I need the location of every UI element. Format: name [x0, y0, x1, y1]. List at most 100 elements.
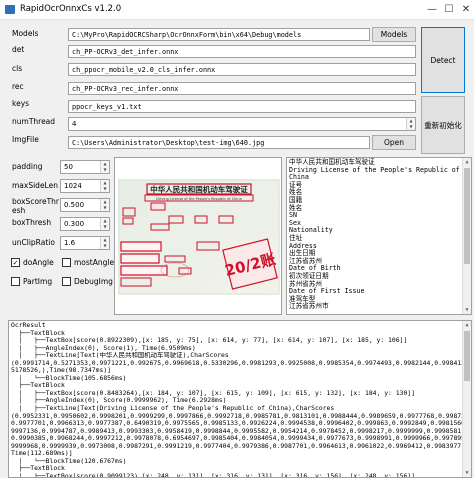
- list-item[interactable]: Nationality: [289, 227, 469, 235]
- unclipratio-spinner[interactable]: 1.6 ▲ ▼: [60, 236, 110, 250]
- ocr-result-line: ├──TextBlock: [11, 465, 65, 473]
- list-item[interactable]: China: [289, 174, 469, 182]
- boxscorethresh-spinner[interactable]: 0.500 ▲ ▼: [60, 198, 110, 212]
- maxsidelen-spinner[interactable]: 1024 ▲ ▼: [60, 179, 110, 193]
- unclipratio-label: unClipRatio: [12, 238, 55, 247]
- cls-model-field[interactable]: ch_ppocr_mobile_v2.0_cls_infer.onnx: [68, 63, 416, 76]
- boxthresh-spinner[interactable]: 0.300 ▲ ▼: [60, 217, 110, 231]
- spinner-arrows-icon[interactable]: ▲ ▼: [100, 237, 109, 249]
- maximize-button[interactable]: ☐: [441, 2, 457, 18]
- imgfile-label: ImgFile: [12, 135, 39, 144]
- mostangle-checkbox[interactable]: mostAngle: [62, 258, 114, 267]
- maxsidelen-label: maxSideLen: [12, 181, 58, 190]
- ocr-result-line: ├──TextBlock: [11, 382, 65, 390]
- list-item[interactable]: 姓名: [289, 204, 469, 213]
- spinner-arrows-icon[interactable]: ▲ ▼: [100, 161, 109, 173]
- preview-subheading: Driving License of the People's Republic…: [156, 197, 241, 201]
- checkbox-box[interactable]: [62, 277, 71, 286]
- checkbox-box[interactable]: [11, 277, 20, 286]
- numthread-spinner[interactable]: 4 ▲ ▼: [68, 117, 416, 131]
- det-label: det: [12, 45, 25, 54]
- scroll-down-icon[interactable]: ▼: [463, 306, 471, 314]
- title-bar: RapidOcrOnnxCs v1.2.0 — ☐ ✕: [0, 0, 474, 20]
- result-lines: 中华人民共和国机动车驾驶证 Driving License of the Peop…: [289, 158, 469, 311]
- mostangle-label: mostAngle: [74, 258, 115, 267]
- imgfile-path-field[interactable]: C:\Users\Administrator\Desktop\test-img\…: [68, 136, 370, 149]
- maxsidelen-value: 1024: [64, 182, 82, 190]
- ocr-result-line: │ └──BlockTime(105.6856ms): [11, 374, 127, 382]
- doangle-label: doAngle: [23, 258, 54, 267]
- checkbox-box[interactable]: [62, 258, 71, 267]
- unclipratio-value: 1.6: [64, 239, 76, 247]
- ocr-result-line: │ ├──TextBox[score(0.8483264),[x: 184, y…: [11, 389, 415, 397]
- scroll-thumb[interactable]: [464, 331, 470, 381]
- spinner-arrows-icon[interactable]: ▲ ▼: [100, 199, 109, 211]
- ocr-result-line: 5178526,),Time(98.7347ms)]: [11, 367, 112, 375]
- det-model-field[interactable]: ch_PP-OCRv3_det_infer.onnx: [68, 45, 416, 58]
- list-item[interactable]: Date of First Issue: [289, 287, 469, 296]
- ocr-result-line: 9999968,0.9999939,0.9973008,0.9987291,0.…: [11, 442, 469, 450]
- list-item[interactable]: 国籍: [289, 196, 469, 205]
- keys-label: keys: [12, 99, 30, 108]
- boxthresh-label: boxThresh: [12, 218, 52, 227]
- list-item[interactable]: 姓名: [289, 189, 469, 197]
- minimize-button[interactable]: —: [424, 2, 440, 18]
- boxscorethresh-value: 0.500: [64, 201, 85, 209]
- ocr-result-textarea[interactable]: OcrResult ├──TextBlock │ ├──TextBox[scor…: [8, 320, 472, 478]
- scroll-down-icon[interactable]: ▼: [463, 469, 471, 477]
- models-label: Models: [12, 29, 39, 38]
- list-item[interactable]: 证号: [289, 181, 469, 190]
- spinner-arrows-icon[interactable]: ▲ ▼: [100, 180, 109, 192]
- ocr-result-line: │ ├──TextBox[score(0.9099123),[x: 248, y…: [11, 472, 415, 478]
- numthread-label: numThread: [12, 117, 56, 126]
- detect-button[interactable]: Detect: [421, 27, 465, 93]
- boxscorethresh-label: boxScoreThr: [12, 197, 59, 206]
- list-item[interactable]: Address: [289, 242, 469, 251]
- doangle-checkbox[interactable]: ✓ doAngle: [11, 258, 54, 267]
- image-preview: 中华人民共和国机动车驾驶证 Driving License of the Peo…: [114, 157, 282, 315]
- scroll-up-icon[interactable]: ▲: [463, 321, 471, 329]
- ocr-result-line: 0.9990385,0.9968244,0.9997212,0.9978078,…: [11, 435, 469, 443]
- list-item[interactable]: SN: [289, 212, 469, 220]
- padding-value: 50: [64, 163, 73, 171]
- open-button[interactable]: Open: [372, 135, 416, 150]
- list-scrollbar[interactable]: ▲ ▼: [462, 158, 471, 314]
- ocr-result-line: │ ├──TextLine[Text(中华人民共和国机动车驾驶证),CharSc…: [11, 352, 229, 360]
- result-text-list[interactable]: 中华人民共和国机动车驾驶证 Driving License of the Peop…: [286, 157, 472, 315]
- keys-file-field[interactable]: ppocr_keys_v1.txt: [68, 100, 416, 113]
- cls-label: cls: [12, 64, 23, 73]
- padding-spinner[interactable]: 50 ▲ ▼: [60, 160, 110, 174]
- ocr-result-line: 9997136,0.9994787,0.9989413,0.9993303,0.…: [11, 427, 469, 435]
- ocr-result-line: │ ├──AngleIndex(0), Score(1), Time(6.950…: [11, 344, 196, 352]
- window-title: RapidOcrOnnxCs v1.2.0: [20, 4, 122, 14]
- ocr-result-line: 0.9977701,0.9966313,0.9977387,0.6490319,…: [11, 420, 469, 428]
- ocr-result-line: │ └──BlockTime(120.6767ms): [11, 457, 127, 465]
- scroll-up-icon[interactable]: ▲: [463, 158, 471, 166]
- models-button[interactable]: Models: [372, 27, 416, 42]
- reinit-button[interactable]: 重新初始化: [421, 96, 465, 154]
- close-button[interactable]: ✕: [458, 2, 474, 18]
- result-scrollbar[interactable]: ▲ ▼: [462, 321, 471, 477]
- padding-label: padding: [12, 162, 43, 171]
- partimg-checkbox[interactable]: PartImg: [11, 277, 52, 286]
- rec-model-field[interactable]: ch_PP-OCRv3_rec_infer.onnx: [68, 82, 416, 95]
- rec-label: rec: [12, 82, 24, 91]
- scroll-thumb[interactable]: [464, 168, 470, 264]
- debugimg-checkbox[interactable]: DebugImg: [62, 277, 113, 286]
- list-item[interactable]: 江苏省苏州市: [289, 303, 469, 311]
- models-path-field[interactable]: C:\MyPro\RapidOCRCSharp\OcrOnnxForm\bin\…: [68, 28, 370, 41]
- checkmark-icon[interactable]: ✓: [11, 258, 20, 267]
- ocr-result-line: (0.9991714,0.5271353,0.9971221,0.992675,…: [11, 359, 469, 367]
- ocr-result-line: │ ├──TextLine[Text(Driving License of th…: [11, 405, 335, 413]
- boxthresh-value: 0.300: [64, 220, 85, 228]
- app-icon: [5, 5, 15, 14]
- ocr-result-line: ├──TextBlock: [11, 329, 65, 337]
- spinner-arrows-icon[interactable]: ▲ ▼: [100, 218, 109, 230]
- ocr-result-line: OcrResult: [11, 322, 46, 329]
- debugimg-label: DebugImg: [74, 277, 113, 286]
- ocr-result-line: Time(112.689ms)]: [11, 450, 73, 458]
- partimg-label: PartImg: [23, 277, 53, 286]
- spinner-arrows-icon[interactable]: ▲ ▼: [406, 118, 415, 130]
- list-item[interactable]: Driving License of the People's Republic…: [289, 166, 469, 175]
- ocr-result-line: (0.9952331,0.9950602,0.9998201,0.9999299…: [11, 412, 469, 420]
